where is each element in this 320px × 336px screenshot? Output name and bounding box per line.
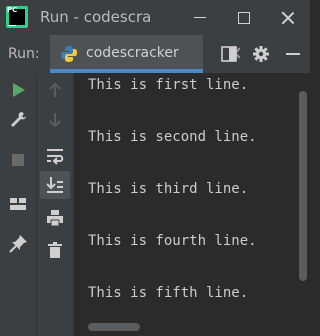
arrow-down-icon[interactable] <box>44 109 66 131</box>
scroll-to-end-icon <box>46 177 63 193</box>
tab-label: codescracker <box>86 45 179 61</box>
play-icon[interactable] <box>7 79 29 101</box>
window-title: Run - codescra <box>40 8 152 26</box>
close-button[interactable] <box>266 0 310 35</box>
console-line: This is first line. <box>88 77 249 93</box>
run-actions-strip <box>0 73 37 336</box>
pin-icon[interactable] <box>7 233 29 255</box>
vertical-scroll-thumb[interactable] <box>299 91 307 281</box>
restore-layout-icon[interactable] <box>7 193 29 215</box>
console-line: This is second line. <box>88 129 257 145</box>
soft-wrap-icon[interactable] <box>44 145 66 167</box>
close-icon <box>281 11 295 25</box>
run-toolbar: Run: codescracker <box>0 35 310 73</box>
console-actions-strip <box>37 73 73 336</box>
pycharm-logo-icon: PC <box>6 6 28 28</box>
horizontal-scroll-thumb[interactable] <box>88 323 140 331</box>
minimize-icon <box>194 17 206 18</box>
stop-icon[interactable] <box>7 149 29 171</box>
run-label: Run: <box>8 46 40 62</box>
tab-codescracker[interactable]: codescracker <box>50 35 203 73</box>
maximize-button[interactable] <box>222 0 266 35</box>
python-file-icon <box>61 46 77 62</box>
vertical-scrollbar[interactable] <box>296 73 310 336</box>
minimize-panel-icon[interactable] <box>284 45 302 63</box>
scroll-to-end-toggle[interactable] <box>40 171 70 199</box>
console-output[interactable]: This is first line. This is second line.… <box>74 73 296 336</box>
trash-icon[interactable] <box>44 239 66 261</box>
console-line: This is fourth line. <box>88 233 257 249</box>
maximize-icon <box>238 11 250 24</box>
console-line: This is fifth line. <box>88 285 249 301</box>
minimize-button[interactable] <box>178 0 222 35</box>
title-bar: PC Run - codescra <box>0 0 310 35</box>
layout-icon[interactable] <box>220 45 238 63</box>
arrow-up-icon[interactable] <box>44 79 66 101</box>
console-line: This is third line. <box>88 181 249 197</box>
print-icon[interactable] <box>44 207 66 229</box>
gear-icon[interactable] <box>252 45 270 63</box>
wrench-icon[interactable] <box>7 109 29 131</box>
